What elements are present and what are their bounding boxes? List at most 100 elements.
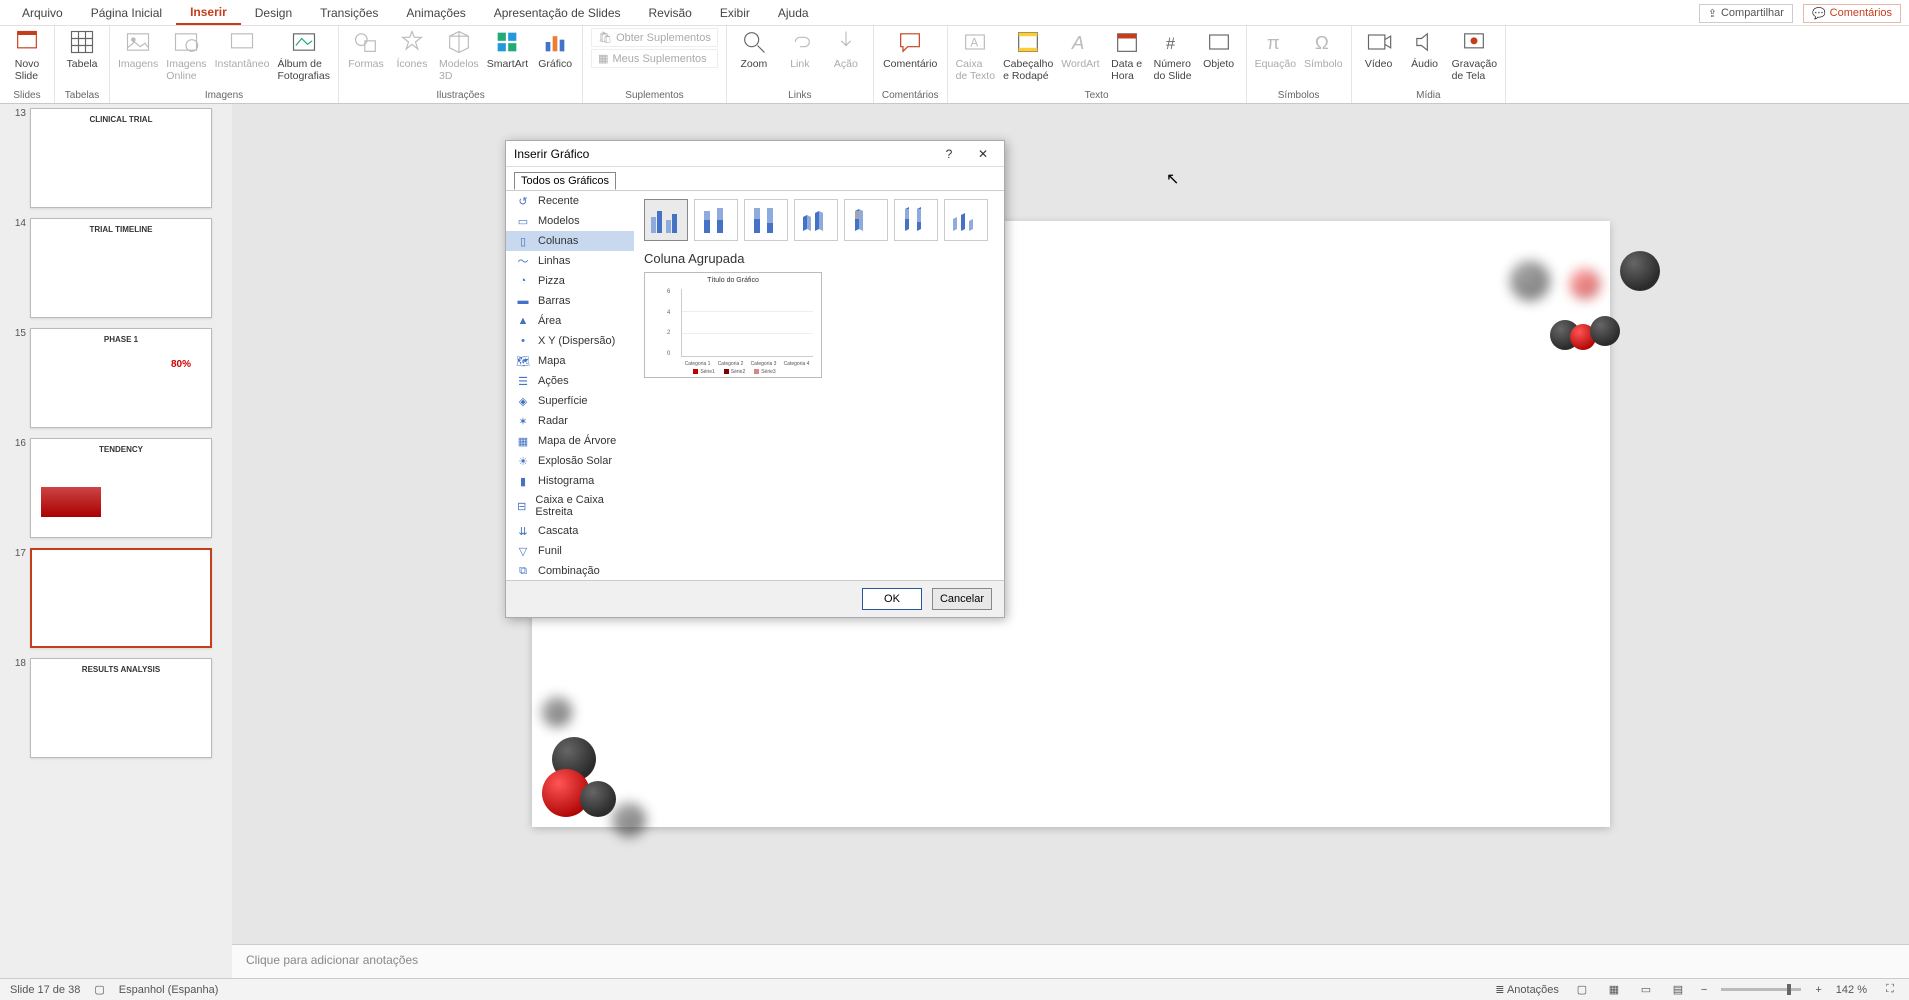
category-cascata[interactable]: ⇊Cascata — [506, 521, 634, 541]
category-icon: 〜 — [516, 254, 530, 268]
status-language[interactable]: Espanhol (Espanha) — [119, 984, 219, 996]
subtype-3d-column[interactable] — [944, 199, 988, 241]
cancel-button[interactable]: Cancelar — [932, 588, 992, 610]
category-barras[interactable]: ▬Barras — [506, 291, 634, 311]
models3d-button[interactable]: Modelos 3D — [439, 28, 479, 82]
object-button[interactable]: Objeto — [1200, 28, 1238, 70]
category-x-y-dispers-o-[interactable]: •X Y (Dispersão) — [506, 331, 634, 351]
video-button[interactable]: Vídeo — [1360, 28, 1398, 70]
category--rea[interactable]: ▲Área — [506, 311, 634, 331]
screen-record-button[interactable]: Gravação de Tela — [1452, 28, 1498, 82]
images-button[interactable]: Imagens — [118, 28, 158, 70]
comments-button[interactable]: 💬Comentários — [1803, 4, 1901, 23]
category-combina-o[interactable]: ⧉Combinação — [506, 561, 634, 580]
zoom-in-button[interactable]: + — [1815, 984, 1821, 996]
normal-view-icon[interactable]: ▢ — [1573, 982, 1591, 998]
notes-toggle[interactable]: ≣ Anotações — [1495, 983, 1559, 996]
category-linhas[interactable]: 〜Linhas — [506, 251, 634, 271]
slide-thumb-13[interactable]: CLINICAL TRIAL — [30, 108, 212, 208]
category-caixa-e-caixa-estreita[interactable]: ⊟Caixa e Caixa Estreita — [506, 491, 634, 521]
action-button[interactable]: Ação — [827, 28, 865, 70]
subtype-3d-100pct[interactable] — [894, 199, 938, 241]
category-icon: ⧉ — [516, 564, 530, 578]
equation-button[interactable]: πEquação — [1255, 28, 1296, 70]
thumb-num: 17 — [12, 548, 30, 648]
svg-text:π: π — [1267, 32, 1280, 53]
category-radar[interactable]: ✶Radar — [506, 411, 634, 431]
sorter-view-icon[interactable]: ▦ — [1605, 982, 1623, 998]
icons-button[interactable]: Ícones — [393, 28, 431, 70]
shapes-button[interactable]: Formas — [347, 28, 385, 70]
zoom-out-button[interactable]: − — [1701, 984, 1707, 996]
notes-input[interactable]: Clique para adicionar anotações — [232, 944, 1909, 978]
chart-button[interactable]: Gráfico — [536, 28, 574, 70]
fit-to-window-icon[interactable]: ⛶ — [1881, 982, 1899, 998]
zoom-percent[interactable]: 142 % — [1836, 984, 1867, 996]
tab-arquivo[interactable]: Arquivo — [8, 2, 77, 24]
link-button[interactable]: Link — [781, 28, 819, 70]
symbol-button[interactable]: ΩSímbolo — [1304, 28, 1343, 70]
dialog-tab-all-charts[interactable]: Todos os Gráficos — [514, 172, 616, 190]
slideshow-view-icon[interactable]: ▤ — [1669, 982, 1687, 998]
slide-thumb-15[interactable]: PHASE 180% — [30, 328, 212, 428]
category-mapa[interactable]: 🗺Mapa — [506, 351, 634, 371]
category-recente[interactable]: ↺Recente — [506, 191, 634, 211]
tab-animacoes[interactable]: Animações — [392, 2, 479, 24]
category-superf-cie[interactable]: ◈Superfície — [506, 391, 634, 411]
wordart-button[interactable]: AWordArt — [1061, 28, 1099, 70]
category-pizza[interactable]: ◔Pizza — [506, 271, 634, 291]
audio-button[interactable]: Áudio — [1406, 28, 1444, 70]
zoom-slider[interactable] — [1721, 988, 1801, 991]
category-funil[interactable]: ▽Funil — [506, 541, 634, 561]
close-button[interactable]: ✕ — [970, 143, 996, 165]
reading-view-icon[interactable]: ▭ — [1637, 982, 1655, 998]
object-icon — [1205, 28, 1233, 56]
chart-preview[interactable]: Título do Gráfico 6420 Categoria 1Catego… — [644, 272, 822, 378]
slide-thumb-16[interactable]: TENDENCY — [30, 438, 212, 538]
svg-text:Ω: Ω — [1315, 32, 1329, 53]
share-button[interactable]: ⇪Compartilhar — [1699, 4, 1793, 23]
new-slide-button[interactable]: Novo Slide — [8, 28, 46, 82]
images-online-button[interactable]: Imagens Online — [166, 28, 206, 82]
tab-exibir[interactable]: Exibir — [706, 2, 764, 24]
header-footer-button[interactable]: Cabeçalho e Rodapé — [1003, 28, 1053, 82]
slide-thumb-14[interactable]: TRIAL TIMELINE — [30, 218, 212, 318]
accessibility-icon[interactable]: ▢ — [94, 983, 104, 996]
slide-thumb-18[interactable]: RESULTS ANALYSIS — [30, 658, 212, 758]
tab-revisao[interactable]: Revisão — [635, 2, 706, 24]
comment-button[interactable]: Comentário — [883, 28, 937, 70]
tab-apresentacao[interactable]: Apresentação de Slides — [480, 2, 635, 24]
photo-album-button[interactable]: Álbum de Fotografias — [277, 28, 330, 82]
subtype-clustered-column[interactable] — [644, 199, 688, 241]
zoom-button[interactable]: Zoom — [735, 28, 773, 70]
tab-inserir[interactable]: Inserir — [176, 1, 241, 25]
screenshot-button[interactable]: Instantâneo — [215, 28, 270, 70]
tab-design[interactable]: Design — [241, 2, 306, 24]
category-modelos[interactable]: ▭Modelos — [506, 211, 634, 231]
tab-pagina-inicial[interactable]: Página Inicial — [77, 2, 176, 24]
category-a-es[interactable]: ☰Ações — [506, 371, 634, 391]
category-icon: ☀ — [516, 454, 530, 468]
subtype-stacked-column[interactable] — [694, 199, 738, 241]
category-explos-o-solar[interactable]: ☀Explosão Solar — [506, 451, 634, 471]
datetime-button[interactable]: Data e Hora — [1108, 28, 1146, 82]
ok-button[interactable]: OK — [862, 588, 922, 610]
help-button[interactable]: ? — [936, 143, 962, 165]
get-addins-button[interactable]: 🛍Obter Suplementos — [591, 28, 718, 47]
category-histograma[interactable]: ▮Histograma — [506, 471, 634, 491]
subtype-3d-stacked[interactable] — [844, 199, 888, 241]
category-mapa-de-rvore[interactable]: ▦Mapa de Árvore — [506, 431, 634, 451]
slide-thumbnails-panel[interactable]: 13CLINICAL TRIAL 14TRIAL TIMELINE 15PHAS… — [0, 104, 232, 978]
subtype-100pct-stacked[interactable] — [744, 199, 788, 241]
textbox-icon: A — [961, 28, 989, 56]
textbox-button[interactable]: ACaixa de Texto — [956, 28, 996, 82]
table-button[interactable]: Tabela — [63, 28, 101, 70]
tab-transicoes[interactable]: Transições — [306, 2, 392, 24]
subtype-3d-clustered[interactable] — [794, 199, 838, 241]
smartart-button[interactable]: SmartArt — [487, 28, 528, 70]
category-colunas[interactable]: ▯Colunas — [506, 231, 634, 251]
my-addins-button[interactable]: ▦Meus Suplementos — [591, 49, 718, 68]
slide-number-button[interactable]: #Número do Slide — [1154, 28, 1192, 82]
tab-ajuda[interactable]: Ajuda — [764, 2, 823, 24]
slide-thumb-17[interactable] — [30, 548, 212, 648]
